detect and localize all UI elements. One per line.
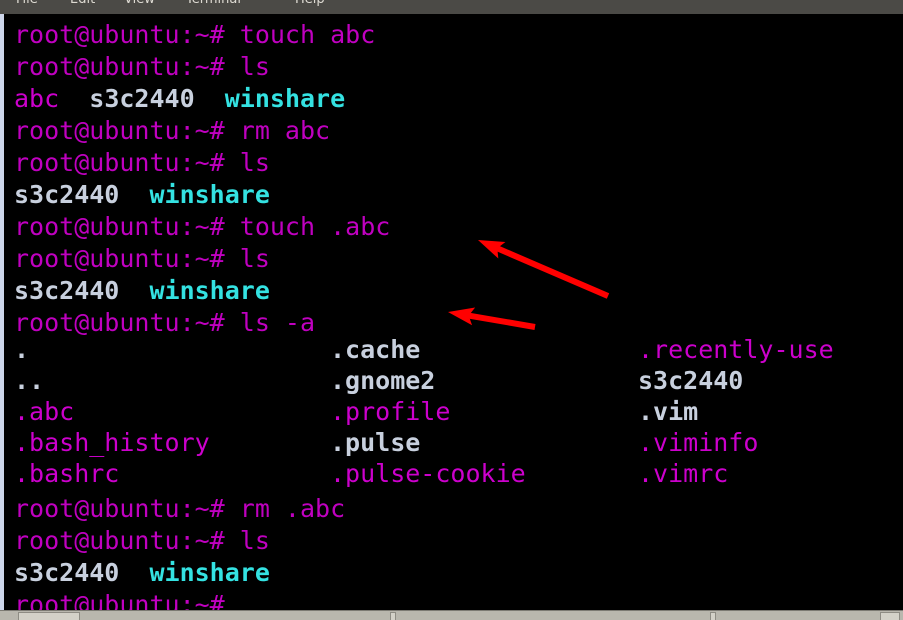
ls-a-row: . .cache .recently-use [4, 337, 903, 368]
terminal-prompt-line: root@ubuntu:~# rm abc [14, 118, 330, 143]
shell-prompt: root@ubuntu:~# [14, 308, 240, 337]
output-segment: s3c2440 [14, 180, 120, 209]
shell-prompt: root@ubuntu:~# [14, 20, 240, 49]
ls-a-row: .. .gnome2 s3c2440 [4, 368, 903, 399]
shell-command: touch abc [239, 20, 376, 49]
output-segment: s3c2440 [14, 558, 120, 587]
shell-prompt: root@ubuntu:~# [14, 116, 240, 145]
shell-prompt: root@ubuntu:~# [14, 494, 240, 523]
ls-a-entry: .viminfo [638, 428, 759, 457]
terminal-output-line: abc s3c2440 winshare [14, 86, 345, 111]
output-segment [119, 180, 149, 209]
shell-prompt: root@ubuntu:~# [14, 52, 240, 81]
terminal-prompt-line: root@ubuntu:~# touch .abc [14, 214, 390, 239]
shell-command: ls [239, 52, 270, 81]
desktop-taskbar[interactable] [0, 610, 903, 620]
terminal-prompt-line: root@ubuntu:~# rm .abc [14, 496, 345, 521]
terminal-text-buffer: root@ubuntu:~# touch abc root@ubuntu:~# l… [4, 14, 903, 612]
taskbar-button[interactable] [390, 612, 396, 620]
terminal-prompt-line: root@ubuntu:~# ls [14, 150, 270, 175]
terminal-window-screenshot: File Edit View Terminal Help root@ubuntu… [0, 0, 903, 620]
ls-a-entry: s3c2440 [638, 366, 744, 395]
terminal-prompt-line: root@ubuntu:~# ls [14, 528, 270, 553]
ls-a-entry: .recently-use [638, 335, 834, 364]
menu-item-file[interactable]: File [16, 0, 38, 7]
output-segment: s3c2440 [89, 84, 195, 113]
shell-command: ls [239, 526, 270, 555]
terminal-output-line: s3c2440 winshare [14, 278, 270, 303]
ls-a-row: .bashrc .pulse-cookie .vimrc [4, 461, 903, 492]
ls-a-entry: .pulse-cookie [330, 459, 526, 488]
menu-item-help[interactable]: Help [295, 0, 325, 7]
taskbar-button[interactable] [880, 612, 900, 620]
output-segment: winshare [224, 84, 346, 113]
ls-a-row: .bash_history .pulse .viminfo [4, 430, 903, 461]
shell-command: ls [239, 244, 270, 273]
terminal-prompt-line: root@ubuntu:~# ls [14, 246, 270, 271]
ls-a-entry: .vimrc [638, 459, 729, 488]
taskbar-button[interactable] [18, 612, 80, 620]
ls-a-entry: .gnome2 [330, 366, 436, 395]
shell-prompt: root@ubuntu:~# [14, 526, 240, 555]
ls-a-entry: .abc [14, 397, 75, 426]
ls-a-row: .abc .profile .vim [4, 399, 903, 430]
terminal-prompt-line: root@ubuntu:~# [14, 592, 240, 612]
shell-command: ls [239, 148, 270, 177]
shell-command: ls -a [239, 308, 316, 337]
output-segment: winshare [149, 276, 270, 305]
shell-prompt: root@ubuntu:~# [14, 212, 240, 241]
terminal-output-area[interactable]: root@ubuntu:~# touch abc root@ubuntu:~# l… [0, 14, 903, 612]
shell-command: touch .abc [239, 212, 391, 241]
output-segment: winshare [149, 558, 270, 587]
output-segment: winshare [149, 180, 270, 209]
terminal-prompt-line: root@ubuntu:~# touch abc [14, 22, 375, 47]
output-segment: abc [14, 84, 60, 113]
output-segment [195, 84, 225, 113]
shell-command: rm .abc [239, 494, 346, 523]
menu-item-terminal[interactable]: Terminal [186, 0, 241, 7]
terminal-prompt-line: root@ubuntu:~# ls [14, 54, 270, 79]
menu-bar: File Edit View Terminal Help [0, 0, 903, 15]
shell-command: rm abc [239, 116, 331, 145]
menu-item-edit[interactable]: Edit [70, 0, 95, 7]
ls-a-entry: . [14, 335, 30, 364]
output-segment [119, 558, 149, 587]
shell-prompt: root@ubuntu:~# [14, 244, 240, 273]
ls-a-entry: .bashrc [14, 459, 120, 488]
terminal-output-line: s3c2440 winshare [14, 560, 270, 585]
taskbar-button[interactable] [710, 612, 716, 620]
output-segment [119, 276, 149, 305]
output-segment [59, 84, 89, 113]
ls-a-entry: .profile [330, 397, 451, 426]
ls-a-entry: .bash_history [14, 428, 210, 457]
shell-prompt: root@ubuntu:~# [14, 590, 240, 612]
ls-a-entry: .cache [330, 335, 421, 364]
ls-a-entry: .. [14, 366, 45, 395]
shell-prompt: root@ubuntu:~# [14, 148, 240, 177]
output-segment: s3c2440 [14, 276, 120, 305]
ls-a-entry: .vim [638, 397, 699, 426]
ls-a-entry: .pulse [330, 428, 421, 457]
menu-item-view[interactable]: View [124, 0, 155, 7]
terminal-output-line: s3c2440 winshare [14, 182, 270, 207]
terminal-prompt-line: root@ubuntu:~# ls -a [14, 310, 315, 335]
